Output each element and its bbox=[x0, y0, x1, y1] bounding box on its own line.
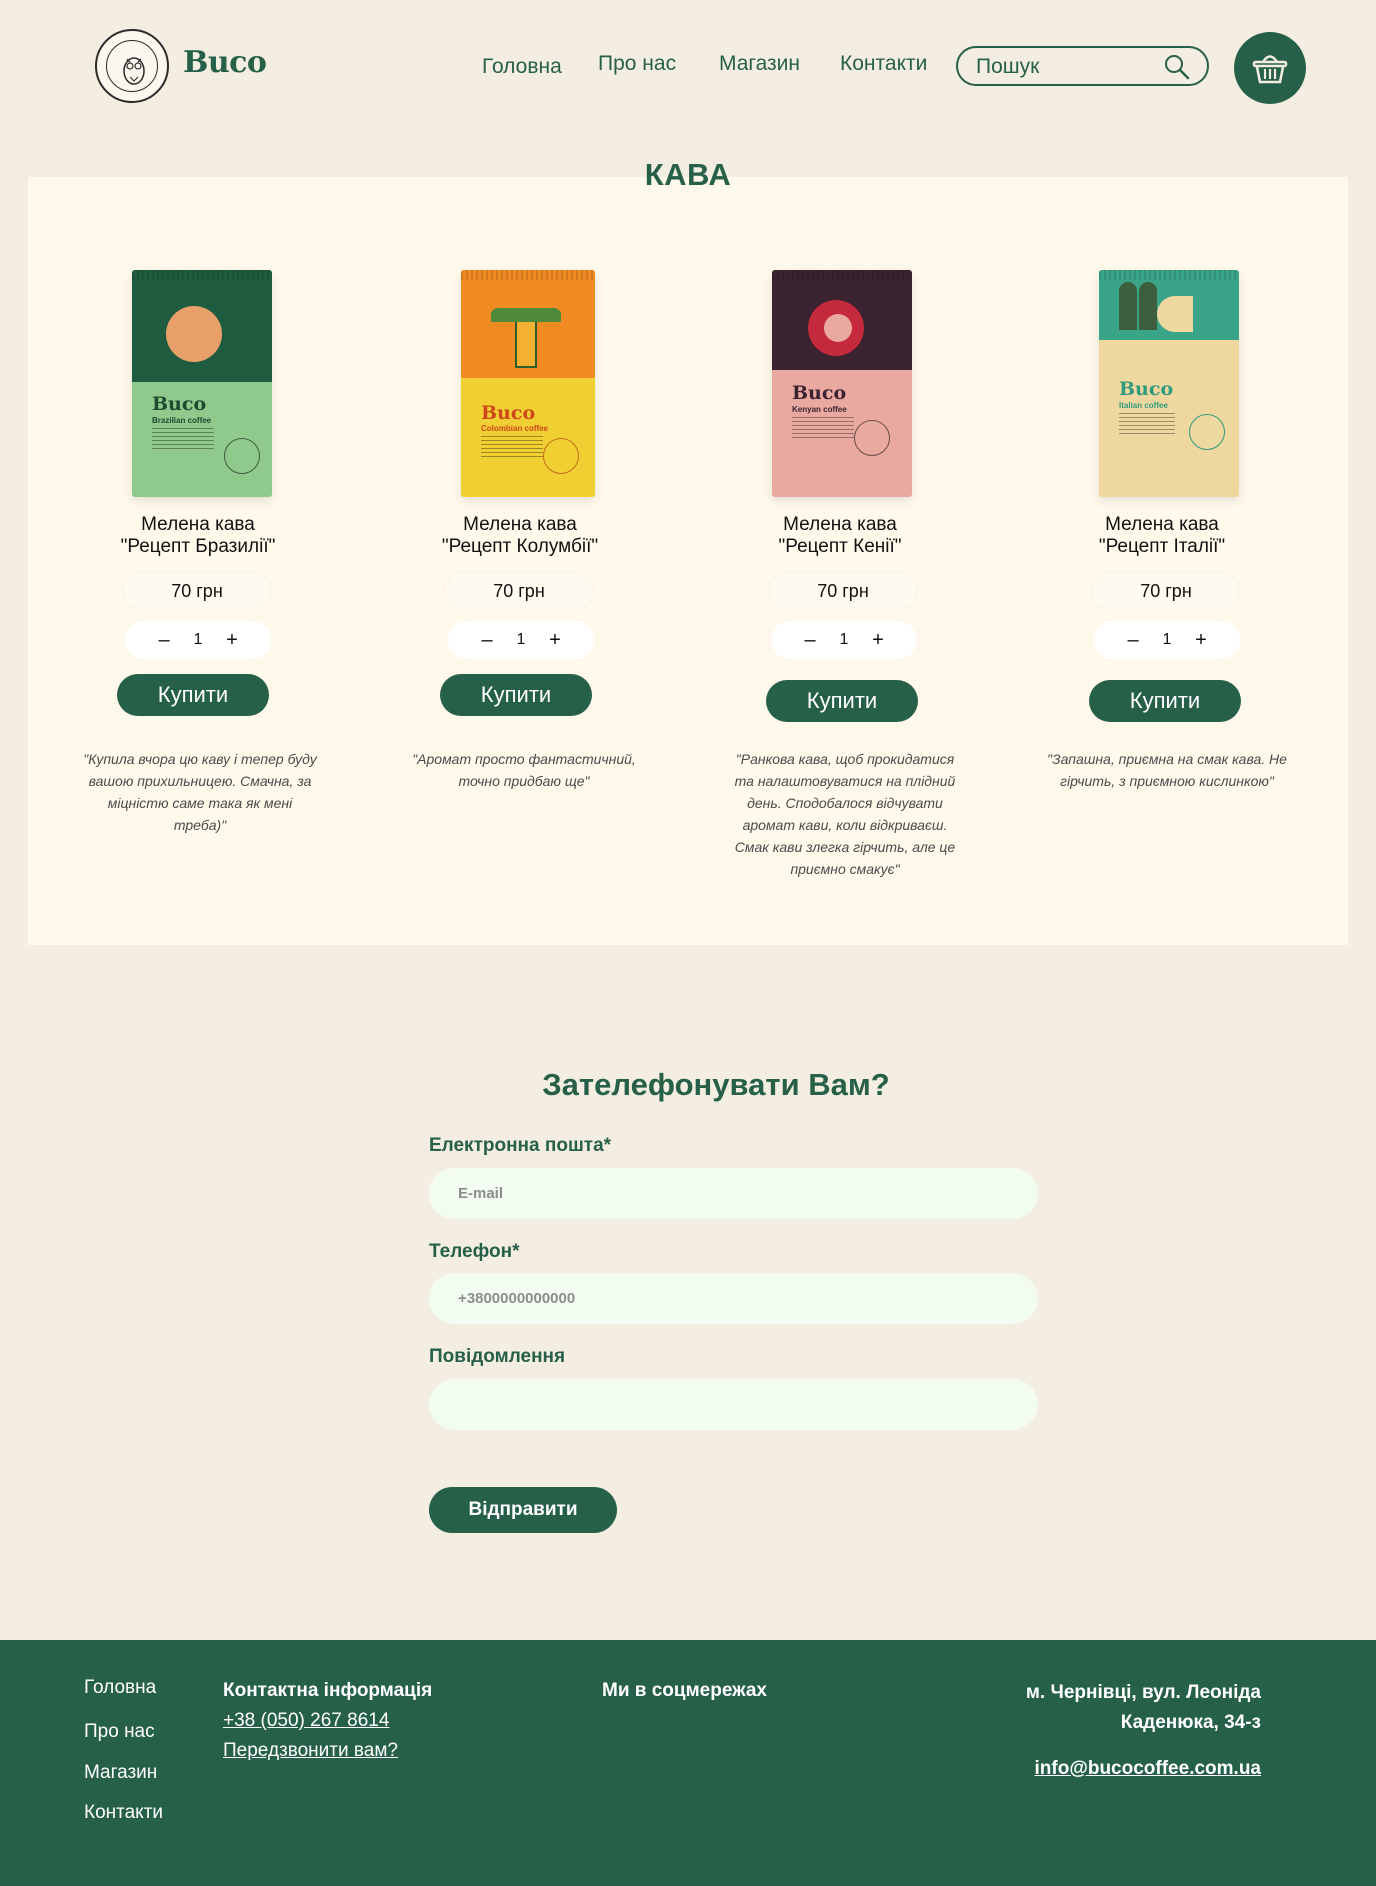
callback-title: Зателефонувати Вам? bbox=[542, 1067, 890, 1102]
quantity-stepper: – 1 + bbox=[448, 621, 594, 659]
product-price: 70 грн bbox=[1093, 573, 1239, 609]
nav-contacts[interactable]: Контакти bbox=[840, 52, 927, 76]
buy-button[interactable]: Купити bbox=[1089, 680, 1241, 722]
footer-nav-shop[interactable]: Магазин bbox=[84, 1762, 157, 1784]
product-review: "Аромат просто фантастичний, точно придб… bbox=[412, 751, 636, 789]
product-price: 70 грн bbox=[446, 573, 592, 609]
quantity-value[interactable]: 1 bbox=[506, 629, 536, 651]
product-name[interactable]: Мелена кава "Рецепт Бразилії" bbox=[68, 514, 328, 558]
footer-nav-home[interactable]: Головна bbox=[84, 1677, 156, 1699]
decrease-button[interactable]: – bbox=[1120, 627, 1146, 653]
product-name[interactable]: Мелена кава "Рецепт Італії" bbox=[1032, 514, 1292, 558]
decrease-button[interactable]: – bbox=[474, 627, 500, 653]
submit-button[interactable]: Відправити bbox=[429, 1487, 617, 1533]
phone-link[interactable]: +38 (050) 267 8614 bbox=[223, 1710, 389, 1732]
product-review: "Запашна, приємна на смак кава. Не гірчи… bbox=[1047, 751, 1287, 789]
brand-name[interactable]: Buco bbox=[183, 45, 267, 80]
search-box bbox=[956, 46, 1209, 86]
decrease-button[interactable]: – bbox=[151, 627, 177, 653]
product-price: 70 грн bbox=[770, 573, 916, 609]
product-image[interactable]: Buco Italian coffee bbox=[1099, 270, 1239, 497]
product-name[interactable]: Мелена кава "Рецепт Колумбії" bbox=[390, 514, 650, 558]
quantity-value[interactable]: 1 bbox=[829, 629, 859, 651]
product-image[interactable]: Buco Colombian coffee bbox=[461, 270, 595, 497]
nav-about[interactable]: Про нас bbox=[598, 52, 676, 76]
increase-button[interactable]: + bbox=[1188, 627, 1214, 653]
email-field[interactable] bbox=[429, 1168, 1038, 1219]
site-header: Buco Головна Про нас Магазин Контакти bbox=[0, 0, 1376, 140]
quantity-value[interactable]: 1 bbox=[183, 629, 213, 651]
contact-heading: Контактна інформація bbox=[223, 1680, 433, 1701]
footer-nav-about[interactable]: Про нас bbox=[84, 1721, 155, 1743]
message-field[interactable] bbox=[429, 1379, 1038, 1430]
email-link[interactable]: info@bucocoffee.com.ua bbox=[1035, 1758, 1262, 1780]
phone-label: Телефон* bbox=[429, 1241, 520, 1262]
quantity-value[interactable]: 1 bbox=[1152, 629, 1182, 651]
decrease-button[interactable]: – bbox=[797, 627, 823, 653]
increase-button[interactable]: + bbox=[542, 627, 568, 653]
social-heading: Ми в соцмережах bbox=[602, 1680, 767, 1701]
message-label: Повідомлення bbox=[429, 1346, 566, 1367]
nav-home[interactable]: Головна bbox=[482, 55, 562, 79]
basket-icon bbox=[1252, 55, 1288, 84]
callback-link[interactable]: Передзвонити вам? bbox=[223, 1740, 398, 1762]
buy-button[interactable]: Купити bbox=[117, 674, 269, 716]
product-image[interactable]: Buco Kenyan coffee bbox=[772, 270, 912, 497]
address: м. Чернівці, вул. Леоніда Каденюка, 34-з bbox=[1025, 1682, 1261, 1733]
footer-nav-contacts[interactable]: Контакти bbox=[84, 1802, 163, 1824]
product-price: 70 грн bbox=[124, 573, 270, 609]
search-input[interactable] bbox=[976, 54, 1156, 80]
product-name[interactable]: Мелена кава "Рецепт Кенії" bbox=[710, 514, 970, 558]
increase-button[interactable]: + bbox=[865, 627, 891, 653]
product-image[interactable]: Buco Brazilian coffee bbox=[132, 270, 272, 497]
nav-shop[interactable]: Магазин bbox=[719, 52, 800, 76]
quantity-stepper: – 1 + bbox=[1094, 621, 1240, 659]
quantity-stepper: – 1 + bbox=[771, 621, 917, 659]
section-title: КАВА bbox=[644, 157, 732, 192]
cart-button[interactable] bbox=[1234, 32, 1306, 104]
buy-button[interactable]: Купити bbox=[440, 674, 592, 716]
site-footer: Головна Про нас Магазин Контакти Контакт… bbox=[0, 1640, 1376, 1886]
logo-icon[interactable] bbox=[95, 29, 169, 103]
search-icon[interactable] bbox=[1163, 53, 1191, 81]
email-label: Електронна пошта* bbox=[429, 1135, 612, 1156]
product-review: "Ранкова кава, щоб прокидатися та налашт… bbox=[734, 751, 956, 877]
phone-field[interactable] bbox=[429, 1273, 1038, 1324]
product-review: "Купила вчора цю каву і тепер буду вашою… bbox=[83, 751, 317, 833]
quantity-stepper: – 1 + bbox=[125, 621, 271, 659]
buy-button[interactable]: Купити bbox=[766, 680, 918, 722]
increase-button[interactable]: + bbox=[219, 627, 245, 653]
